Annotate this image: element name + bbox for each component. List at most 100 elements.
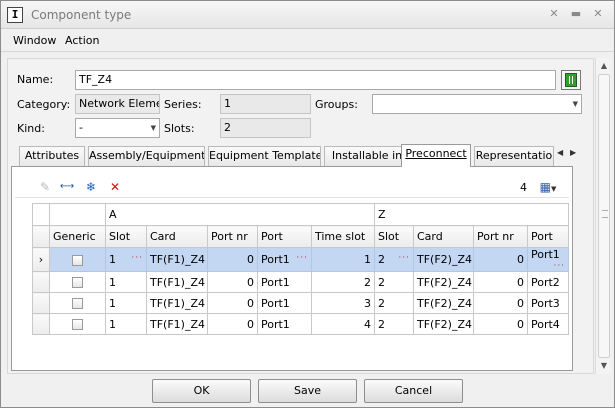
chevron-down-icon[interactable]: ▼: [151, 119, 156, 137]
a-slot-cell[interactable]: 1: [105, 292, 147, 314]
tab-preconnect[interactable]: Preconnect: [401, 144, 471, 167]
a-card-cell[interactable]: TF(F1)_Z4: [146, 247, 208, 272]
row-selector[interactable]: [32, 292, 50, 314]
groups-combo[interactable]: ▼: [372, 94, 582, 114]
time-slot-cell[interactable]: 4: [311, 313, 375, 335]
tab-attributes[interactable]: Attributes: [19, 146, 85, 166]
component-type-window: I Component type ✕ ▬ ✕ Window Action ▲ ▼…: [0, 0, 615, 408]
component-picker-button[interactable]: [561, 70, 581, 90]
a-slot-cell[interactable]: 1: [105, 271, 147, 293]
name-field[interactable]: TF_Z4: [75, 70, 556, 90]
menu-action[interactable]: Action: [65, 34, 99, 47]
z-card-cell[interactable]: TF(F2)_Z4: [413, 292, 474, 314]
chevron-down-icon[interactable]: ▼: [573, 95, 578, 113]
tab-representation[interactable]: Representatio: [474, 146, 554, 166]
preconnect-grid[interactable]: A Z Generic Slot Card Port nr Port Time …: [32, 203, 570, 335]
col-a-slot[interactable]: Slot: [105, 225, 147, 248]
z-card-cell[interactable]: TF(F2)_Z4: [413, 247, 474, 272]
cancel-button[interactable]: Cancel: [364, 379, 463, 403]
col-a-card[interactable]: Card: [146, 225, 208, 248]
z-port-nr-cell[interactable]: 0: [473, 247, 528, 272]
row-indicator-icon[interactable]: ›: [32, 247, 50, 272]
col-time-slot[interactable]: Time slot: [311, 225, 375, 248]
tab-installable-in[interactable]: Installable in: [324, 146, 410, 166]
close-icon[interactable]: ✕: [591, 7, 605, 21]
z-port-nr-cell[interactable]: 0: [473, 292, 528, 314]
z-slot-cell[interactable]: 2: [374, 271, 414, 293]
generic-checkbox[interactable]: [72, 254, 83, 266]
table-row[interactable]: 1 TF(F1)_Z4 0 Port1 2 2 TF(F2)_Z4 0 Port…: [32, 271, 570, 293]
table-row[interactable]: 1 TF(F1)_Z4 0 Port1 3 2 TF(F2)_Z4 0 Port…: [32, 292, 570, 314]
generic-cell[interactable]: [49, 247, 106, 272]
column-chooser-icon[interactable]: ▦▼: [535, 179, 561, 195]
band-corner: [32, 203, 50, 226]
a-card-cell[interactable]: TF(F1)_Z4: [146, 292, 208, 314]
a-port-nr-cell[interactable]: 0: [207, 292, 258, 314]
a-port-cell[interactable]: Port1: [257, 313, 312, 335]
col-z-card[interactable]: Card: [413, 225, 474, 248]
z-card-cell[interactable]: TF(F2)_Z4: [413, 271, 474, 293]
menu-window[interactable]: Window: [13, 34, 56, 47]
row-selector[interactable]: [32, 313, 50, 335]
z-port-cell[interactable]: Port4: [526, 313, 570, 335]
z-port-nr-cell[interactable]: 0: [473, 313, 528, 335]
a-card-cell[interactable]: TF(F1)_Z4: [146, 271, 208, 293]
a-port-cell[interactable]: Port1: [257, 271, 312, 293]
z-slot-cell[interactable]: 2 ···: [374, 247, 414, 272]
delete-icon[interactable]: ✕: [107, 179, 123, 195]
tab-scroll-right-icon[interactable]: ▶: [570, 148, 576, 157]
col-z-port[interactable]: Port: [526, 225, 570, 248]
edit-icon[interactable]: ✎: [37, 179, 53, 195]
table-row[interactable]: 1 TF(F1)_Z4 0 Port1 4 2 TF(F2)_Z4 0 Port…: [32, 313, 570, 335]
tab-assembly-equipment[interactable]: Assembly/Equipment: [88, 146, 205, 166]
tab-scroll-left-icon[interactable]: ◀: [557, 148, 563, 157]
window-title: Component type: [31, 8, 132, 22]
snowflake-icon[interactable]: ❄: [83, 179, 99, 195]
restore-icon[interactable]: ✕: [547, 7, 561, 21]
generic-cell[interactable]: [49, 292, 106, 314]
a-port-cell[interactable]: Port1: [257, 292, 312, 314]
a-port-nr-cell[interactable]: 0: [207, 247, 258, 272]
a-port-cell[interactable]: Port1 ···: [257, 247, 312, 272]
scroll-down-icon[interactable]: ▼: [596, 359, 612, 373]
scroll-thumb[interactable]: [598, 74, 610, 358]
a-slot-cell[interactable]: 1 ···: [105, 247, 147, 272]
z-port-cell[interactable]: Port2: [526, 271, 570, 293]
generic-checkbox[interactable]: [72, 319, 83, 330]
tab-equipment-template[interactable]: Equipment Template: [208, 146, 321, 166]
time-slot-cell[interactable]: 3: [311, 292, 375, 314]
col-z-port-nr[interactable]: Port nr: [473, 225, 528, 248]
time-slot-cell[interactable]: 1: [311, 247, 375, 272]
col-z-slot[interactable]: Slot: [374, 225, 414, 248]
z-port-cell[interactable]: Port1 ···: [526, 247, 570, 272]
a-slot-cell[interactable]: 1: [105, 313, 147, 335]
table-row[interactable]: › 1 ··· TF(F1)_Z4 0 Port1 ··· 1 2 ··· TF(F2…: [32, 247, 570, 272]
generic-checkbox[interactable]: [72, 277, 83, 288]
row-selector[interactable]: [32, 271, 50, 293]
ok-button[interactable]: OK: [152, 379, 251, 403]
vertical-scrollbar[interactable]: ▲ ▼: [595, 58, 611, 374]
generic-cell[interactable]: [49, 271, 106, 293]
col-generic[interactable]: Generic: [49, 225, 106, 248]
a-card-cell[interactable]: TF(F1)_Z4: [146, 313, 208, 335]
generic-checkbox[interactable]: [72, 298, 83, 309]
z-slot-cell[interactable]: 2: [374, 313, 414, 335]
fit-columns-icon[interactable]: ⟷: [59, 179, 75, 195]
z-card-cell[interactable]: TF(F2)_Z4: [413, 313, 474, 335]
a-port-nr-cell[interactable]: 0: [207, 313, 258, 335]
minimize-icon[interactable]: ▬: [569, 7, 583, 21]
z-slot-cell[interactable]: 2: [374, 292, 414, 314]
generic-cell[interactable]: [49, 313, 106, 335]
time-slot-cell[interactable]: 2: [311, 271, 375, 293]
band-empty: [49, 203, 106, 226]
a-port-nr-cell[interactable]: 0: [207, 271, 258, 293]
col-a-port-nr[interactable]: Port nr: [207, 225, 258, 248]
ellipsis-icon: ···: [553, 261, 566, 271]
kind-combo[interactable]: - ▼: [75, 118, 160, 138]
scroll-up-icon[interactable]: ▲: [596, 59, 612, 73]
save-button[interactable]: Save: [258, 379, 357, 403]
app-icon: I: [7, 7, 23, 23]
z-port-nr-cell[interactable]: 0: [473, 271, 528, 293]
z-port-cell[interactable]: Port3: [526, 292, 570, 314]
col-a-port[interactable]: Port: [257, 225, 312, 248]
